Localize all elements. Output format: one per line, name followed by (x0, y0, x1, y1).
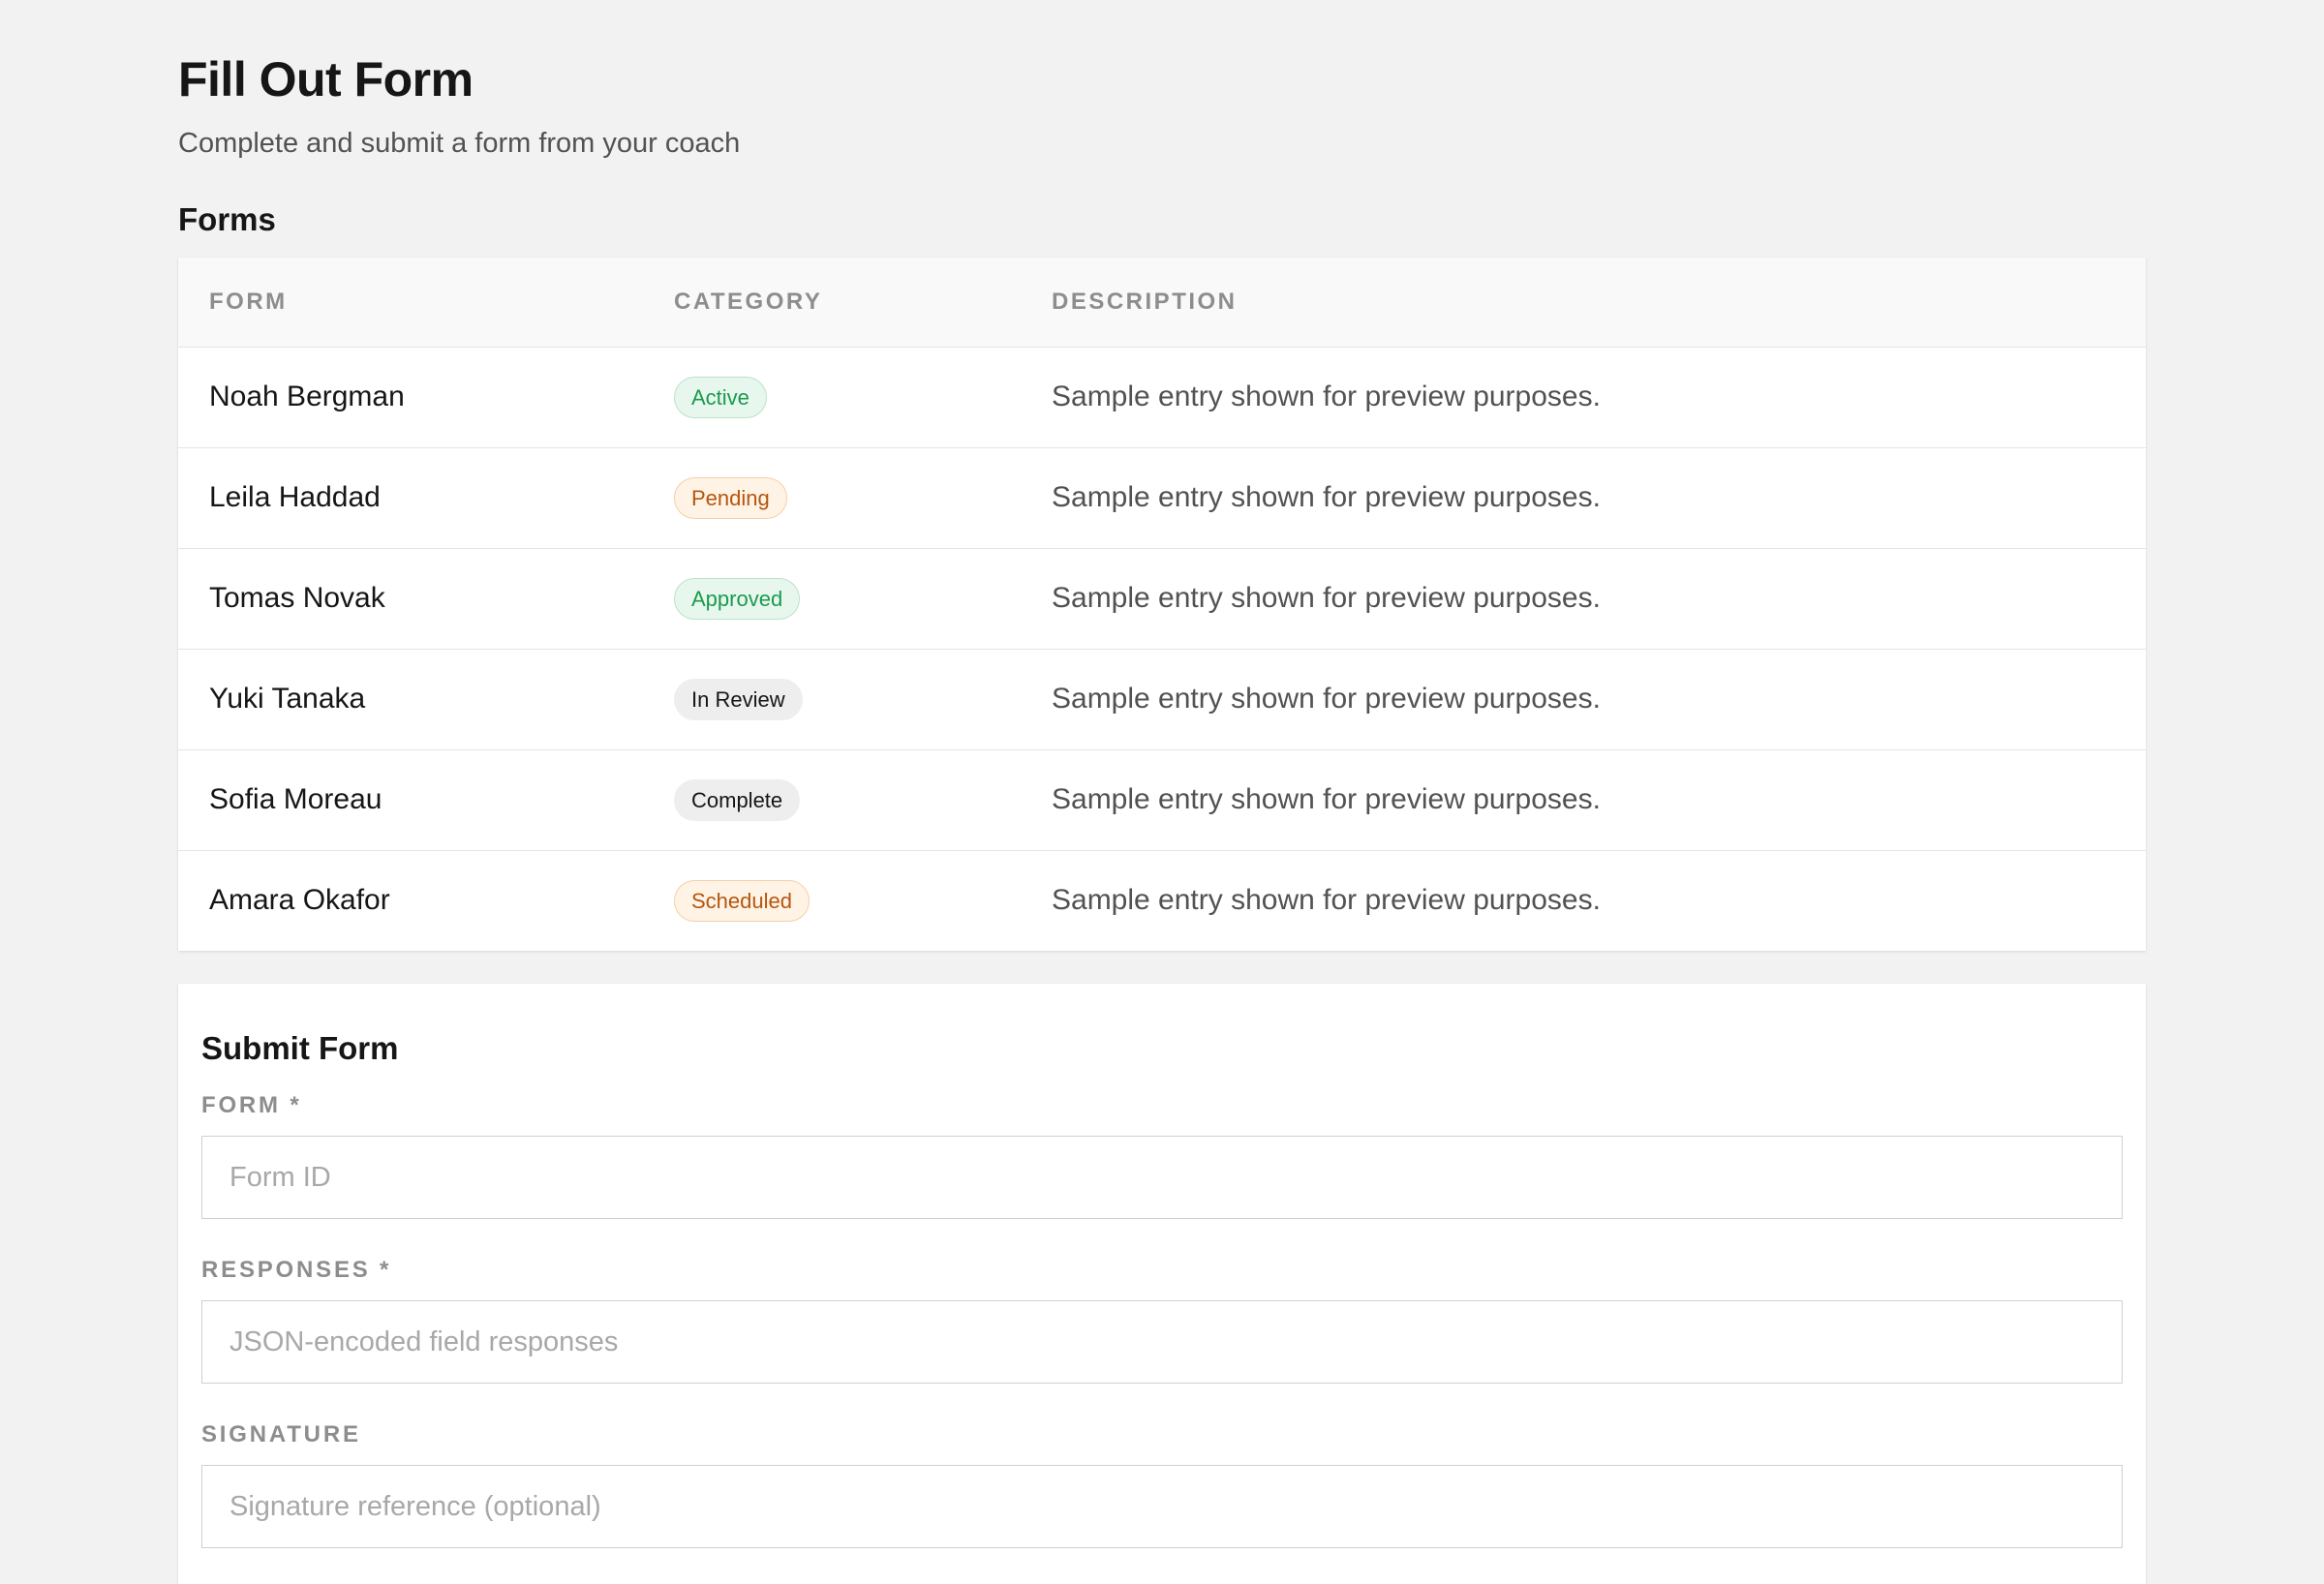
status-badge: Scheduled (674, 879, 810, 922)
description-cell: Sample entry shown for preview purposes. (1052, 683, 1601, 715)
status-badge: Approved (674, 577, 801, 620)
forms-table-body: Noah Bergman Active Sample entry shown f… (178, 347, 2146, 951)
status-badge: In Review (674, 678, 803, 720)
column-header-category: CATEGORY (674, 288, 823, 315)
table-row[interactable]: Sofia Moreau Complete Sample entry shown… (178, 749, 2146, 850)
forms-table-header: FORM CATEGORY DESCRIPTION (178, 258, 2146, 347)
form-id-input[interactable] (201, 1136, 2123, 1219)
category-cell: In Review (643, 649, 1021, 749)
table-header-row: FORM CATEGORY DESCRIPTION (178, 258, 2146, 347)
table-row[interactable]: Leila Haddad Pending Sample entry shown … (178, 447, 2146, 548)
form-field-label: FORM * (201, 1092, 302, 1118)
status-badge: Pending (674, 476, 787, 519)
form-name-cell: Noah Bergman (209, 381, 405, 412)
form-name-cell: Leila Haddad (209, 481, 381, 513)
description-cell: Sample entry shown for preview purposes. (1052, 481, 1601, 513)
page-subtitle: Complete and submit a form from your coa… (178, 128, 741, 159)
forms-section-title: Forms (178, 201, 276, 237)
category-cell: Pending (643, 447, 1021, 548)
category-cell: Active (643, 347, 1021, 447)
table-row[interactable]: Tomas Novak Approved Sample entry shown … (178, 548, 2146, 649)
column-header-description: DESCRIPTION (1052, 288, 1238, 315)
form-name-cell: Amara Okafor (209, 884, 390, 917)
signature-input[interactable] (201, 1465, 2123, 1548)
form-name-cell: Tomas Novak (209, 582, 385, 614)
forms-table: FORM CATEGORY DESCRIPTION Noah Bergman A… (178, 258, 2146, 951)
category-cell: Scheduled (643, 850, 1021, 951)
description-cell: Sample entry shown for preview purposes. (1052, 582, 1601, 614)
table-row[interactable]: Noah Bergman Active Sample entry shown f… (178, 347, 2146, 447)
responses-field-label: RESPONSES * (201, 1257, 392, 1283)
description-cell: Sample entry shown for preview purposes. (1052, 381, 1601, 412)
description-cell: Sample entry shown for preview purposes. (1052, 884, 1601, 917)
table-row[interactable]: Amara Okafor Scheduled Sample entry show… (178, 850, 2146, 951)
signature-field-label: SIGNATURE (201, 1421, 361, 1447)
submit-form-card: Submit Form FORM * RESPONSES * SIGNATURE (178, 984, 2146, 1584)
forms-table-card: FORM CATEGORY DESCRIPTION Noah Bergman A… (178, 258, 2146, 951)
status-badge: Active (674, 376, 767, 418)
category-cell: Complete (643, 749, 1021, 850)
form-name-cell: Sofia Moreau (209, 783, 382, 815)
status-badge: Complete (674, 778, 801, 821)
category-cell: Approved (643, 548, 1021, 649)
table-row[interactable]: Yuki Tanaka In Review Sample entry shown… (178, 649, 2146, 749)
description-cell: Sample entry shown for preview purposes. (1052, 783, 1601, 815)
column-header-form: FORM (209, 288, 288, 315)
page-title: Fill Out Form (178, 52, 474, 107)
submit-form-title: Submit Form (201, 1030, 399, 1066)
form-name-cell: Yuki Tanaka (209, 683, 366, 715)
responses-input[interactable] (201, 1300, 2123, 1384)
